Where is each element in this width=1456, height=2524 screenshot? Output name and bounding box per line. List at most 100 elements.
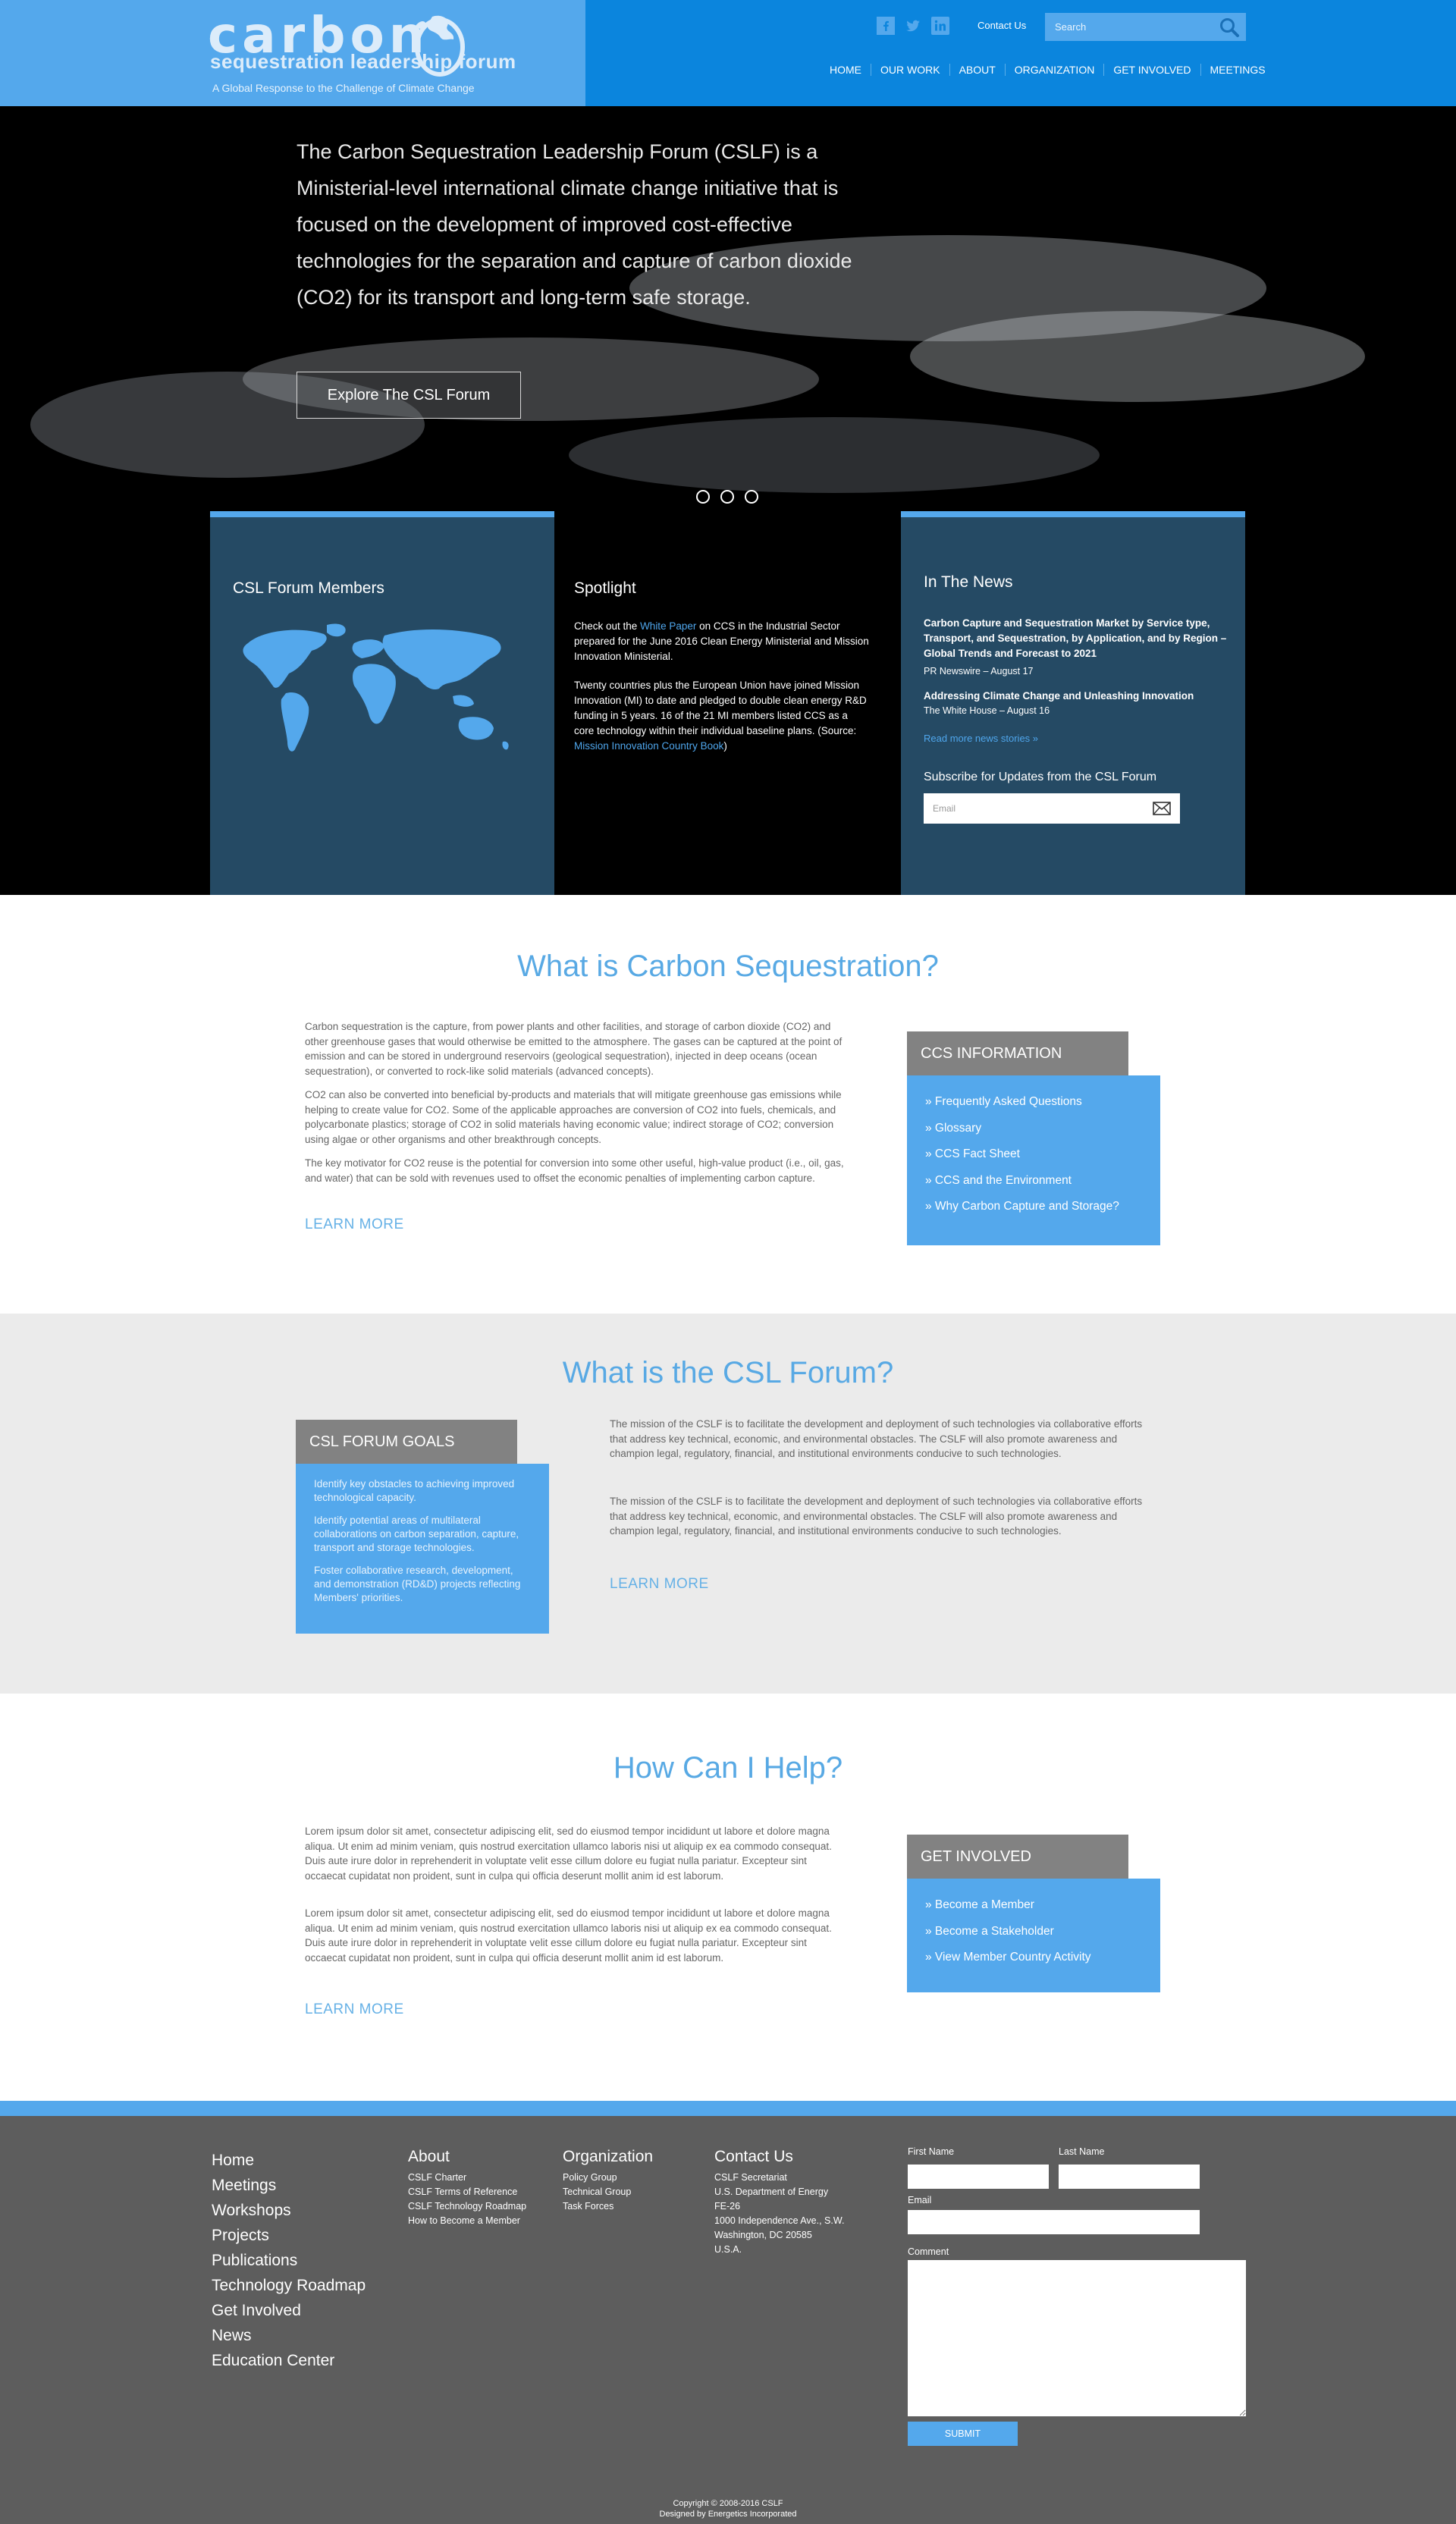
carousel-dot[interactable] (720, 490, 734, 504)
spotlight-paragraph: Twenty countries plus the European Union… (574, 678, 870, 754)
footer-contact-column: Contact Us CSLF Secretariat U.S. Departm… (714, 2148, 844, 2257)
contact-line: Washington, DC 20585 (714, 2230, 812, 2240)
copyright: Copyright © 2008-2016 CSLF Designed by E… (0, 2498, 1456, 2519)
designer-credit: Designed by Energetics Incorporated (659, 2510, 797, 2519)
mission-innovation-link[interactable]: Mission Innovation Country Book (574, 740, 723, 752)
explore-forum-button[interactable]: Explore The CSL Forum (297, 372, 521, 419)
carousel-dots (696, 490, 758, 504)
news-source: The White House – August 16 (924, 705, 1050, 716)
footer-sublink[interactable]: Task Forces (563, 2199, 653, 2214)
learn-more-link[interactable]: LEARN MORE (305, 1216, 404, 1233)
feature-panels: CSL Forum Members Spotlight Check out th… (0, 511, 1456, 907)
twitter-icon[interactable] (904, 17, 922, 35)
body-paragraph: Lorem ipsum dolor sit amet, consectetur … (305, 1907, 832, 1964)
footer-link-meetings[interactable]: Meetings (212, 2173, 366, 2198)
facebook-icon[interactable] (877, 17, 895, 35)
section-title: How Can I Help? (613, 1751, 843, 1785)
site-footer: Home Meetings Workshops Projects Publica… (0, 2116, 1456, 2524)
footer-link-roadmap[interactable]: Technology Roadmap (212, 2273, 366, 2298)
first-name-field[interactable] (908, 2165, 1049, 2189)
environment-link[interactable]: » CCS and the Environment (925, 1168, 1142, 1195)
news-source: PR Newswire – August 17 (924, 666, 1034, 677)
search-icon[interactable] (1219, 17, 1240, 38)
site-header: carbon sequestration leadership forum A … (0, 0, 1456, 106)
nav-get-involved[interactable]: GET INVOLVED (1103, 64, 1200, 76)
footer-link-get-involved[interactable]: Get Involved (212, 2298, 366, 2323)
subscribe-title: Subscribe for Updates from the CSL Forum (924, 771, 1157, 783)
goal-item: Identify key obstacles to achieving impr… (314, 1478, 515, 1503)
logo-subtitle: sequestration leadership forum (210, 50, 516, 73)
news-headline[interactable]: Carbon Capture and Sequestration Market … (924, 616, 1227, 661)
get-involved-title: GET INVOLVED (907, 1835, 1128, 1879)
last-name-label: Last Name (1059, 2146, 1105, 2157)
carousel-dot[interactable] (745, 490, 758, 504)
members-panel[interactable]: CSL Forum Members (210, 511, 554, 907)
nav-organization[interactable]: ORGANIZATION (1004, 64, 1104, 76)
spotlight-title: Spotlight (574, 579, 636, 597)
members-title: CSL Forum Members (233, 579, 384, 597)
footer-sublink[interactable]: CSLF Terms of Reference (408, 2185, 526, 2199)
learn-more-link[interactable]: LEARN MORE (305, 2001, 404, 2018)
ccs-info-title: CCS INFORMATION (907, 1031, 1128, 1075)
forum-goals-title: CSL FORUM GOALS (296, 1420, 517, 1464)
nav-about[interactable]: ABOUT (949, 64, 1005, 76)
contact-line: CSLF Secretariat (714, 2172, 787, 2183)
learn-more-link[interactable]: LEARN MORE (610, 1576, 709, 1593)
footer-sublink[interactable]: How to Become a Member (408, 2214, 526, 2228)
become-stakeholder-link[interactable]: » Become a Stakeholder (925, 1919, 1142, 1945)
nav-meetings[interactable]: MEETINGS (1200, 64, 1275, 76)
footer-sublink[interactable]: CSLF Technology Roadmap (408, 2199, 526, 2214)
email-field[interactable] (908, 2210, 1200, 2234)
last-name-field[interactable] (1059, 2165, 1200, 2189)
footer-link-workshops[interactable]: Workshops (212, 2198, 366, 2223)
member-activity-link[interactable]: » View Member Country Activity (925, 1945, 1142, 1971)
glossary-link[interactable]: » Glossary (925, 1116, 1142, 1142)
hero-banner: The Carbon Sequestration Leadership Foru… (0, 106, 1456, 519)
subscribe-email-input[interactable] (924, 793, 1144, 824)
footer-link-home[interactable]: Home (212, 2148, 366, 2173)
submit-button[interactable]: SUBMIT (908, 2422, 1018, 2446)
news-panel: In The News Carbon Capture and Sequestra… (901, 511, 1245, 907)
carousel-dot[interactable] (696, 490, 710, 504)
fact-sheet-link[interactable]: » CCS Fact Sheet (925, 1141, 1142, 1168)
read-more-news-link[interactable]: Read more news stories » (924, 733, 1038, 744)
section-title: What is the CSL Forum? (562, 1356, 894, 1389)
goal-item: Foster collaborative research, developme… (314, 1565, 521, 1603)
white-paper-link[interactable]: White Paper (640, 620, 696, 632)
footer-link-projects[interactable]: Projects (212, 2223, 366, 2248)
footer-sublink[interactable]: Policy Group (563, 2171, 653, 2185)
search-input[interactable] (1045, 13, 1212, 41)
why-ccs-link[interactable]: » Why Carbon Capture and Storage? (925, 1194, 1142, 1220)
footer-link-news[interactable]: News (212, 2323, 366, 2348)
logo-tagline: A Global Response to the Challenge of Cl… (212, 82, 475, 94)
comment-field[interactable] (908, 2260, 1246, 2416)
body-paragraph: Lorem ipsum dolor sit amet, consectetur … (305, 1826, 832, 1882)
how-can-i-help-section: How Can I Help? Lorem ipsum dolor sit am… (0, 1694, 1456, 2101)
news-headline[interactable]: Addressing Climate Change and Unleashing… (924, 689, 1227, 704)
faq-link[interactable]: » Frequently Asked Questions (925, 1089, 1142, 1116)
footer-column-title: About (408, 2148, 450, 2165)
world-map-icon[interactable] (233, 620, 517, 764)
comment-label: Comment (908, 2246, 949, 2257)
carbon-sequestration-section: What is Carbon Sequestration? Carbon seq… (0, 895, 1456, 1314)
envelope-icon[interactable] (1153, 802, 1171, 815)
first-name-label: First Name (908, 2146, 955, 2157)
footer-link-education[interactable]: Education Center (212, 2348, 366, 2373)
contact-line: 1000 Independence Ave., S.W. (714, 2215, 845, 2226)
linkedin-icon[interactable] (931, 17, 949, 35)
logo-area[interactable]: carbon sequestration leadership forum A … (0, 0, 585, 106)
footer-main-links: Home Meetings Workshops Projects Publica… (212, 2148, 366, 2373)
footer-link-publications[interactable]: Publications (212, 2248, 366, 2273)
nav-our-work[interactable]: OUR WORK (871, 64, 949, 76)
nav-home[interactable]: HOME (821, 64, 871, 76)
subscribe-form (924, 793, 1180, 824)
footer-sublink[interactable]: Technical Group (563, 2185, 653, 2199)
goal-item: Identify potential areas of multilateral… (314, 1515, 519, 1553)
become-member-link[interactable]: » Become a Member (925, 1892, 1142, 1919)
footer-about-column: About CSLF Charter CSLF Terms of Referen… (408, 2148, 526, 2228)
body-paragraph: Carbon sequestration is the capture, fro… (305, 1021, 843, 1077)
get-involved-box: » Become a Member » Become a Stakeholder… (907, 1879, 1160, 1992)
contact-us-link[interactable]: Contact Us (977, 20, 1026, 31)
footer-sublink[interactable]: CSLF Charter (408, 2171, 526, 2185)
body-paragraph: The mission of the CSLF is to facilitate… (610, 1418, 1143, 1460)
